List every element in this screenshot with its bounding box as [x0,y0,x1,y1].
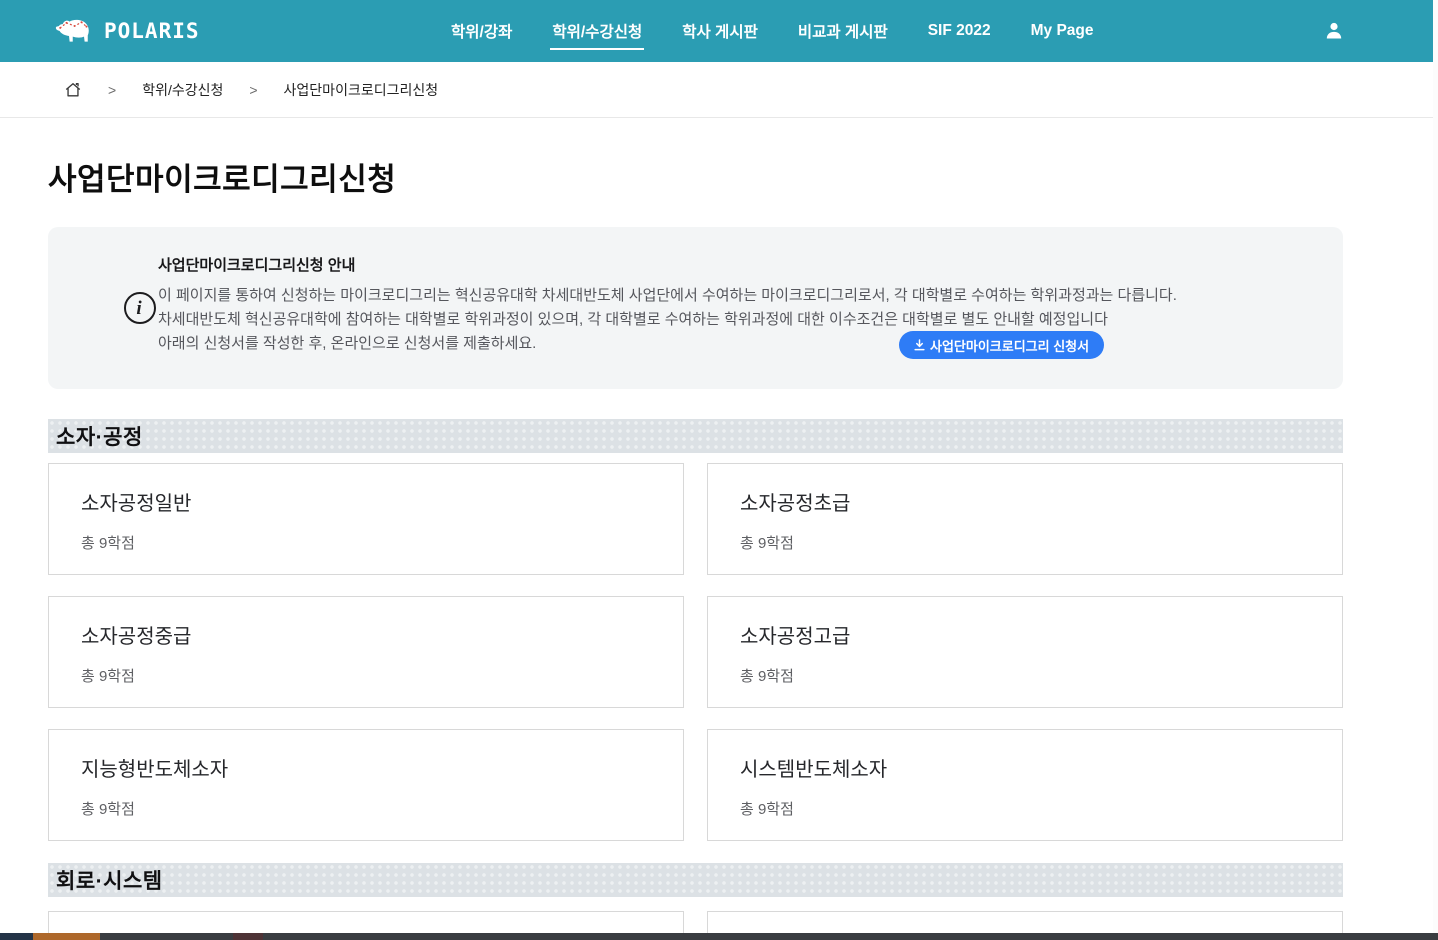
nav-item-sif-2022[interactable]: SIF 2022 [926,14,993,48]
card-title: 지능형반도체소자 [81,756,683,784]
notice-heading: 사업단마이크로디그리신청 안내 [158,254,1319,275]
notice-line: 차세대반도체 혁신공유대학에 참여하는 대학별로 학위과정이 있으며, 각 대학… [158,308,1319,332]
nav-item-degree-courses[interactable]: 학위/강좌 [449,12,514,50]
card-credits: 총 9학점 [740,665,1342,686]
taskbar-segment [100,933,233,940]
brand-logo[interactable]: POLARIS [54,0,200,62]
info-icon: i [124,292,156,324]
application-download-button[interactable]: 사업단마이크로디그리 신청서 [899,331,1104,359]
user-icon[interactable] [1322,19,1346,43]
nav-item-extracurricular-board[interactable]: 비교과 게시판 [796,12,890,50]
taskbar-segment [33,933,100,940]
notice-line: 이 페이지를 통하여 신청하는 마이크로디그리는 혁신공유대학 차세대반도체 사… [158,284,1319,308]
card-title: 시스템반도체소자 [740,756,1342,784]
polar-bear-icon [54,15,94,47]
breadcrumb: > 학위/수강신청 > 사업단마이크로디그리신청 [0,62,1438,118]
card-title: 소자공정초급 [740,490,1342,518]
download-button-label: 사업단마이크로디그리 신청서 [930,336,1089,355]
card-credits: 총 9학점 [740,798,1342,819]
microdegree-card[interactable]: 소자공정초급 총 9학점 [707,463,1343,575]
card-credits: 총 9학점 [81,665,683,686]
nav-item-academic-board[interactable]: 학사 게시판 [680,12,760,50]
section-title: 회로·시스템 [56,865,163,895]
card-title: 소자공정중급 [81,623,683,651]
taskbar-segment [233,933,263,940]
section-title: 소자·공정 [56,421,143,451]
breadcrumb-separator: > [108,82,116,98]
notice-box: i 사업단마이크로디그리신청 안내 이 페이지를 통하여 신청하는 마이크로디그… [48,227,1343,389]
home-icon[interactable] [64,81,82,99]
card-credits: 총 9학점 [81,532,683,553]
scrollbar-gutter [1433,0,1438,933]
section-header-circuit-system: 회로·시스템 [48,863,1343,897]
card-credits: 총 9학점 [81,798,683,819]
brand-name: POLARIS [104,19,200,43]
card-title: 소자공정고급 [740,623,1342,651]
main-nav: 학위/강좌 학위/수강신청 학사 게시판 비교과 게시판 SIF 2022 My… [449,0,1096,62]
microdegree-card[interactable]: 소자공정중급 총 9학점 [48,596,684,708]
microdegree-card[interactable]: 지능형반도체소자 총 9학점 [48,729,684,841]
top-navbar: POLARIS 학위/강좌 학위/수강신청 학사 게시판 비교과 게시판 SIF… [0,0,1438,62]
card-credits: 총 9학점 [740,532,1342,553]
page-title: 사업단마이크로디그리신청 [48,154,1343,199]
taskbar-edge [0,933,1438,940]
nav-item-degree-enrollment[interactable]: 학위/수강신청 [550,12,644,50]
breadcrumb-separator: > [249,82,257,98]
main-content: 사업단마이크로디그리신청 i 사업단마이크로디그리신청 안내 이 페이지를 통하… [0,154,1391,940]
nav-item-my-page[interactable]: My Page [1029,14,1096,48]
taskbar-segment [263,933,1438,940]
notice-line: 아래의 신청서를 작성한 후, 온라인으로 신청서를 제출하세요. [158,332,1319,356]
microdegree-card[interactable]: 소자공정고급 총 9학점 [707,596,1343,708]
breadcrumb-item-current[interactable]: 사업단마이크로디그리신청 [284,80,439,100]
card-title: 소자공정일반 [81,490,683,518]
card-grid-device-process: 소자공정일반 총 9학점 소자공정초급 총 9학점 소자공정중급 총 9학점 소… [48,463,1343,841]
section-header-device-process: 소자·공정 [48,419,1343,453]
download-icon [914,339,925,351]
taskbar-segment [0,933,33,940]
microdegree-card[interactable]: 시스템반도체소자 총 9학점 [707,729,1343,841]
microdegree-card[interactable]: 소자공정일반 총 9학점 [48,463,684,575]
breadcrumb-item-enrollment[interactable]: 학위/수강신청 [142,80,223,100]
